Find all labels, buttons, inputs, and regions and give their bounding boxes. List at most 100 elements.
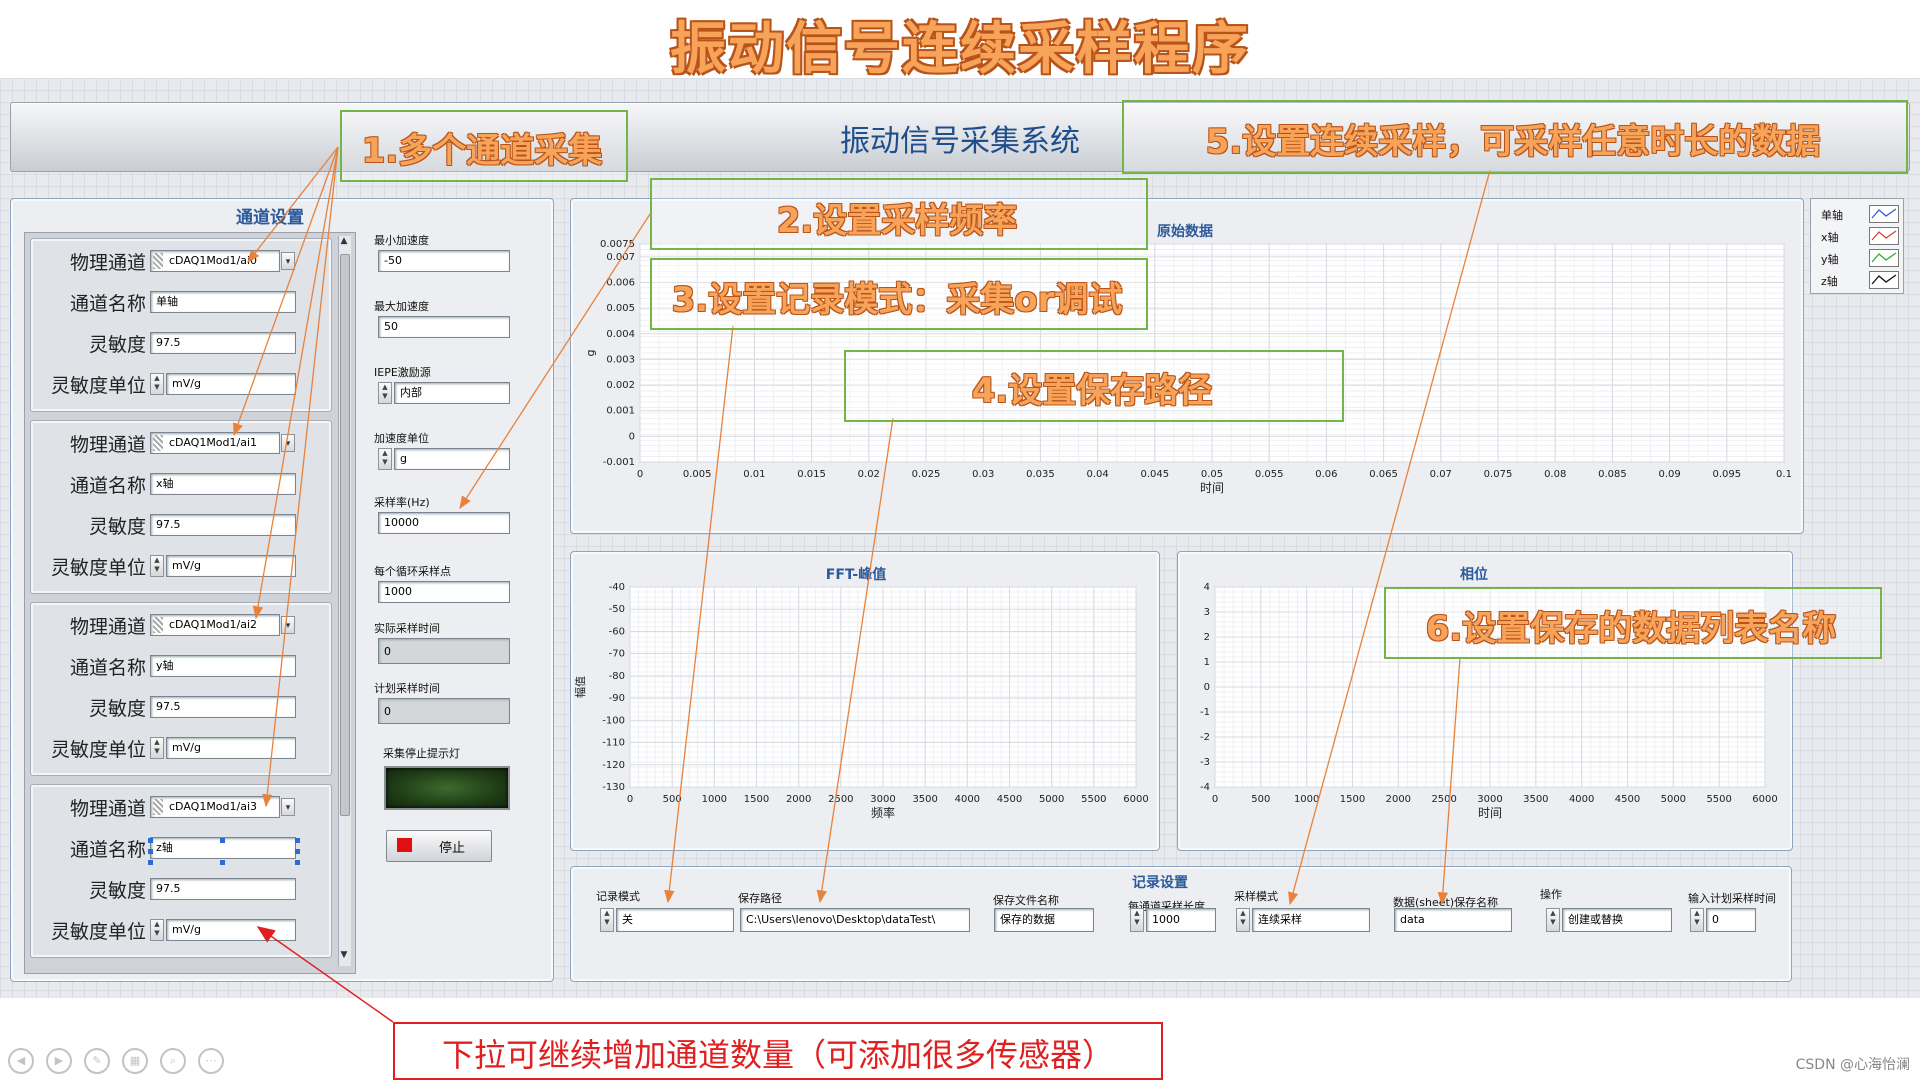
- fft-chart-x-tick-label: 3000: [870, 794, 895, 805]
- phase-chart-y-tick-label: 2: [1204, 632, 1210, 643]
- selection-handle-5: [148, 860, 153, 865]
- sheet-name-input[interactable]: data: [1394, 908, 1512, 932]
- selection-handle-6: [220, 860, 225, 865]
- next-slide-icon[interactable]: ▶: [46, 1048, 72, 1074]
- scroll-up-icon[interactable]: ▲: [338, 236, 350, 250]
- record-mode-input[interactable]: 关: [616, 908, 734, 932]
- max-accel-input[interactable]: 50: [378, 316, 510, 338]
- channel-0-name-input[interactable]: 单轴: [150, 291, 296, 313]
- channel-1-unit-spin-icon[interactable]: ▲ ▼: [150, 555, 164, 577]
- fft-chart-x-tick-label: 2500: [828, 794, 853, 805]
- channel-3-label-physical: 物理通道: [69, 798, 146, 820]
- file-name-input[interactable]: 保存的数据: [994, 908, 1094, 932]
- record-mode-spin-icon[interactable]: ▲ ▼: [600, 908, 614, 932]
- raw-chart-x-tick-label: 0.03: [972, 469, 994, 480]
- channel-2-sensitivity-input[interactable]: 97.5: [150, 696, 296, 718]
- sample-mode-input[interactable]: 连续采样: [1252, 908, 1370, 932]
- fft-chart-x-tick-label: 4500: [997, 794, 1022, 805]
- fft-chart: 0 500 1000 1500 2000 2500 3000 3500 4000 4500 5000…: [574, 566, 1149, 820]
- channel-3-sensitivity-input[interactable]: 97.5: [150, 878, 296, 900]
- channel-1-label-physical: 物理通道: [69, 434, 146, 456]
- scroll-thumb[interactable]: [340, 254, 350, 816]
- file-name-label: 保存文件名称: [993, 894, 1059, 907]
- fft-chart-x-tick-label: 500: [663, 794, 682, 805]
- watermark: CSDN @心海怡澜: [1795, 1057, 1910, 1073]
- channel-2-unit-select[interactable]: mV/g: [166, 737, 296, 759]
- channel-2-unit-spin-icon[interactable]: ▲ ▼: [150, 737, 164, 759]
- zoom-icon[interactable]: ⌕: [160, 1048, 186, 1074]
- channel-0-unit-select[interactable]: mV/g: [166, 373, 296, 395]
- raw-chart-x-tick-label: 0.01: [743, 469, 765, 480]
- channel-length-spin-icon[interactable]: ▲ ▼: [1130, 908, 1144, 932]
- more-options-icon[interactable]: ⋯: [198, 1048, 224, 1074]
- channel-2-name-input[interactable]: y轴: [150, 655, 296, 677]
- phase-chart-y-tick-label: -2: [1200, 732, 1210, 743]
- slideshow-controls: ◀ ▶ ✎ ▦ ⌕ ⋯: [8, 1048, 224, 1074]
- stop-button[interactable]: 停止: [386, 830, 492, 862]
- callout-7-text: 下拉可继续增加通道数量（可添加很多传感器）: [441, 1036, 1114, 1074]
- raw-chart-y-tick-label: 0.004: [606, 329, 635, 340]
- channel-1-label-sensitivity: 灵敏度: [88, 516, 146, 538]
- channel-3-physical-select[interactable]: cDAQ1Mod1/ai3: [150, 796, 280, 818]
- plan-input-input[interactable]: 0: [1706, 908, 1756, 932]
- accel-unit-spin-icon[interactable]: ▲ ▼: [378, 448, 392, 470]
- legend-item-1: x轴: [1821, 227, 1901, 245]
- raw-chart-y-tick-label: 0.0075: [600, 239, 635, 250]
- sample-mode-spin-icon[interactable]: ▲ ▼: [1236, 908, 1250, 932]
- channel-0-sensitivity-input[interactable]: 97.5: [150, 332, 296, 354]
- channel-2-dropdown-icon[interactable]: ▾: [281, 616, 295, 634]
- plan-input-spin-icon[interactable]: ▲ ▼: [1690, 908, 1704, 932]
- fft-chart-y-tick-label: -50: [609, 604, 625, 615]
- iepe-spin-icon[interactable]: ▲ ▼: [378, 382, 392, 404]
- callout-3-text: 3.设置记录模式：采集or调试: [671, 280, 1123, 320]
- slides-grid-icon[interactable]: ▦: [122, 1048, 148, 1074]
- channel-settings-title: 通道设置: [236, 208, 304, 228]
- channel-0-dropdown-icon[interactable]: ▾: [281, 252, 295, 270]
- selection-handle-0: [148, 838, 153, 843]
- channel-0-unit-spin-icon[interactable]: ▲ ▼: [150, 373, 164, 395]
- legend-item-1-swatch: [1869, 227, 1899, 245]
- legend-item-3: z轴: [1821, 271, 1901, 289]
- phase-chart-y-tick-label: 3: [1204, 607, 1210, 618]
- iepe-label: IEPE激励源: [374, 366, 431, 379]
- channel-1-dropdown-icon[interactable]: ▾: [281, 434, 295, 452]
- channel-0-physical-select[interactable]: cDAQ1Mod1/ai0: [150, 250, 280, 272]
- phase-chart-x-tick-label: 5500: [1706, 794, 1731, 805]
- operation-input[interactable]: 创建或替换: [1562, 908, 1672, 932]
- channel-2-label-physical: 物理通道: [69, 616, 146, 638]
- phase-chart-x-tick-label: 3500: [1523, 794, 1548, 805]
- raw-chart-y-tick-label: 0.005: [606, 303, 635, 314]
- phase-chart-y-tick-label: 0: [1204, 682, 1210, 693]
- previous-slide-icon[interactable]: ◀: [8, 1048, 34, 1074]
- sample-mode-label: 采样模式: [1234, 890, 1278, 903]
- channel-3-unit-select[interactable]: mV/g: [166, 919, 296, 941]
- operation-label: 操作: [1540, 888, 1562, 901]
- scroll-down-icon[interactable]: ▼: [338, 950, 350, 964]
- phase-chart-x-tick-label: 2500: [1431, 794, 1456, 805]
- stop-indicator-label: 采集停止提示灯: [383, 747, 460, 760]
- selection-handle-1: [220, 838, 225, 843]
- channel-1-unit-select[interactable]: mV/g: [166, 555, 296, 577]
- channel-2-physical-select[interactable]: cDAQ1Mod1/ai2: [150, 614, 280, 636]
- channel-1-label-unit: 灵敏度单位: [50, 557, 146, 579]
- iepe-select[interactable]: 内部: [394, 382, 510, 404]
- channel-1-name-input[interactable]: x轴: [150, 473, 296, 495]
- channel-3-unit-spin-icon[interactable]: ▲ ▼: [150, 919, 164, 941]
- channel-3-label-sensitivity: 灵敏度: [88, 880, 146, 902]
- operation-spin-icon[interactable]: ▲ ▼: [1546, 908, 1560, 932]
- min-accel-input[interactable]: -50: [378, 250, 510, 272]
- channel-1-physical-select[interactable]: cDAQ1Mod1/ai1: [150, 432, 280, 454]
- phase-chart-x-tick-label: 500: [1251, 794, 1270, 805]
- selection-handle-7: [295, 860, 300, 865]
- accel-unit-select[interactable]: g: [394, 448, 510, 470]
- sample-rate-input[interactable]: 10000: [378, 512, 510, 534]
- channel-length-input[interactable]: 1000: [1146, 908, 1216, 932]
- raw-chart-x-tick-label: 0.08: [1544, 469, 1566, 480]
- channel-3-dropdown-icon[interactable]: ▾: [281, 798, 295, 816]
- pen-icon[interactable]: ✎: [84, 1048, 110, 1074]
- channel-1-sensitivity-input[interactable]: 97.5: [150, 514, 296, 536]
- legend-item-3-swatch: [1869, 271, 1899, 289]
- raw-chart-x-tick-label: 0.06: [1315, 469, 1337, 480]
- save-path-input[interactable]: C:\Users\lenovo\Desktop\dataTest\: [740, 908, 970, 932]
- samples-per-loop-input[interactable]: 1000: [378, 581, 510, 603]
